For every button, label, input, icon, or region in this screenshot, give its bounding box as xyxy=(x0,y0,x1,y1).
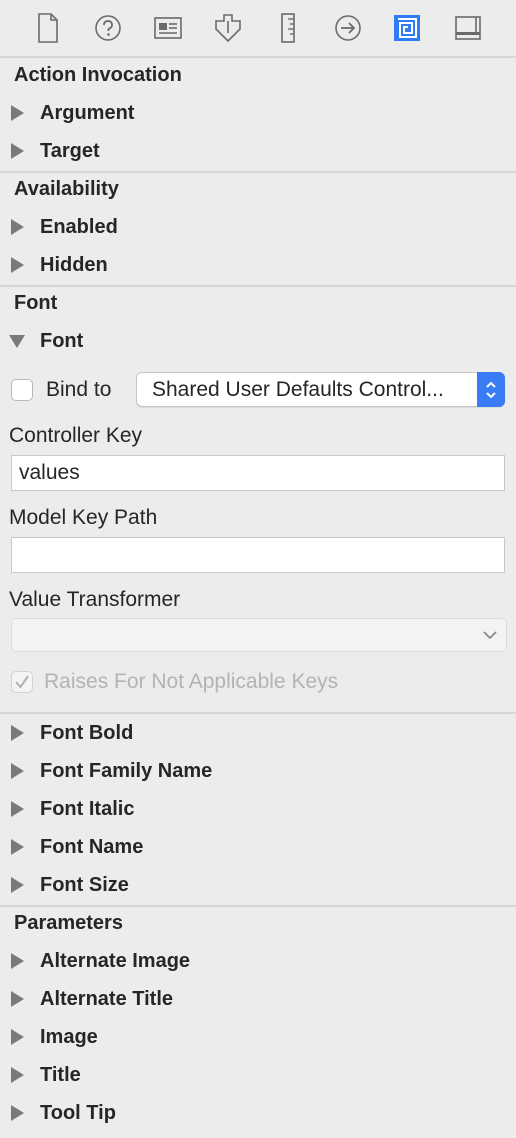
divider xyxy=(0,905,516,907)
triangle-down-icon xyxy=(9,335,25,348)
connections-inspector-icon[interactable] xyxy=(332,12,364,44)
section-parameters: Parameters xyxy=(14,912,123,934)
model-key-path-label: Model Key Path xyxy=(9,506,158,529)
triangle-right-icon xyxy=(11,1067,24,1083)
bind-to-popup[interactable]: Shared User Defaults Control... xyxy=(136,372,505,407)
divider xyxy=(0,285,516,287)
disclosure-alternate-image[interactable]: Alternate Image xyxy=(8,943,190,979)
disclosure-argument[interactable]: Argument xyxy=(8,95,134,131)
disclosure-font-family-name[interactable]: Font Family Name xyxy=(8,753,212,789)
disclosure-target[interactable]: Target xyxy=(8,133,100,169)
inspector-toolbar xyxy=(0,0,516,56)
size-inspector-icon[interactable] xyxy=(272,12,304,44)
bind-to-value: Shared User Defaults Control... xyxy=(152,378,444,401)
disclosure-alternate-title[interactable]: Alternate Title xyxy=(8,981,173,1017)
section-font: Font xyxy=(14,292,58,314)
section-availability: Availability xyxy=(14,178,119,200)
view-effects-inspector-icon[interactable] xyxy=(452,12,484,44)
divider xyxy=(0,712,516,714)
triangle-right-icon xyxy=(11,953,24,969)
model-key-path-input[interactable] xyxy=(12,538,504,572)
disclosure-font[interactable]: Font xyxy=(8,323,83,359)
triangle-right-icon xyxy=(11,105,24,121)
disclosure-enabled[interactable]: Enabled xyxy=(8,209,118,245)
controller-key-field[interactable] xyxy=(11,455,505,491)
disclosure-font-name[interactable]: Font Name xyxy=(8,829,143,865)
quick-help-icon[interactable] xyxy=(92,12,124,44)
bindings-inspector-icon[interactable] xyxy=(391,12,423,44)
divider xyxy=(0,56,516,58)
triangle-right-icon xyxy=(11,219,24,235)
disclosure-hidden[interactable]: Hidden xyxy=(8,247,108,283)
model-key-path-field[interactable] xyxy=(11,537,505,573)
bind-to-checkbox[interactable] xyxy=(11,379,33,401)
triangle-right-icon xyxy=(11,839,24,855)
disclosure-tool-tip[interactable]: Tool Tip xyxy=(8,1095,116,1131)
identity-inspector-icon[interactable] xyxy=(152,12,184,44)
controller-key-input[interactable] xyxy=(12,456,504,490)
value-transformer-label: Value Transformer xyxy=(9,588,181,611)
controller-key-label: Controller Key xyxy=(9,424,143,447)
triangle-right-icon xyxy=(11,257,24,273)
disclosure-image[interactable]: Image xyxy=(8,1019,98,1055)
triangle-right-icon xyxy=(11,801,24,817)
disclosure-title[interactable]: Title xyxy=(8,1057,81,1093)
value-transformer-combo[interactable] xyxy=(11,618,507,652)
raises-label: Raises For Not Applicable Keys xyxy=(44,670,339,693)
attributes-inspector-icon[interactable] xyxy=(212,12,244,44)
triangle-right-icon xyxy=(11,1029,24,1045)
file-inspector-icon[interactable] xyxy=(32,12,64,44)
divider xyxy=(0,171,516,173)
disclosure-font-italic[interactable]: Font Italic xyxy=(8,791,134,827)
popup-arrows-icon xyxy=(477,372,505,407)
triangle-right-icon xyxy=(11,1105,24,1121)
raises-checkbox[interactable] xyxy=(11,671,33,693)
triangle-right-icon xyxy=(11,725,24,741)
checkmark-icon xyxy=(15,675,29,689)
triangle-right-icon xyxy=(11,991,24,1007)
triangle-right-icon xyxy=(11,763,24,779)
triangle-right-icon xyxy=(11,143,24,159)
bind-to-label: Bind to xyxy=(46,378,112,401)
disclosure-font-bold[interactable]: Font Bold xyxy=(8,715,133,751)
triangle-right-icon xyxy=(11,877,24,893)
disclosure-font-size[interactable]: Font Size xyxy=(8,867,129,903)
chevron-down-icon xyxy=(483,631,497,640)
section-action-invocation: Action Invocation xyxy=(14,64,182,86)
